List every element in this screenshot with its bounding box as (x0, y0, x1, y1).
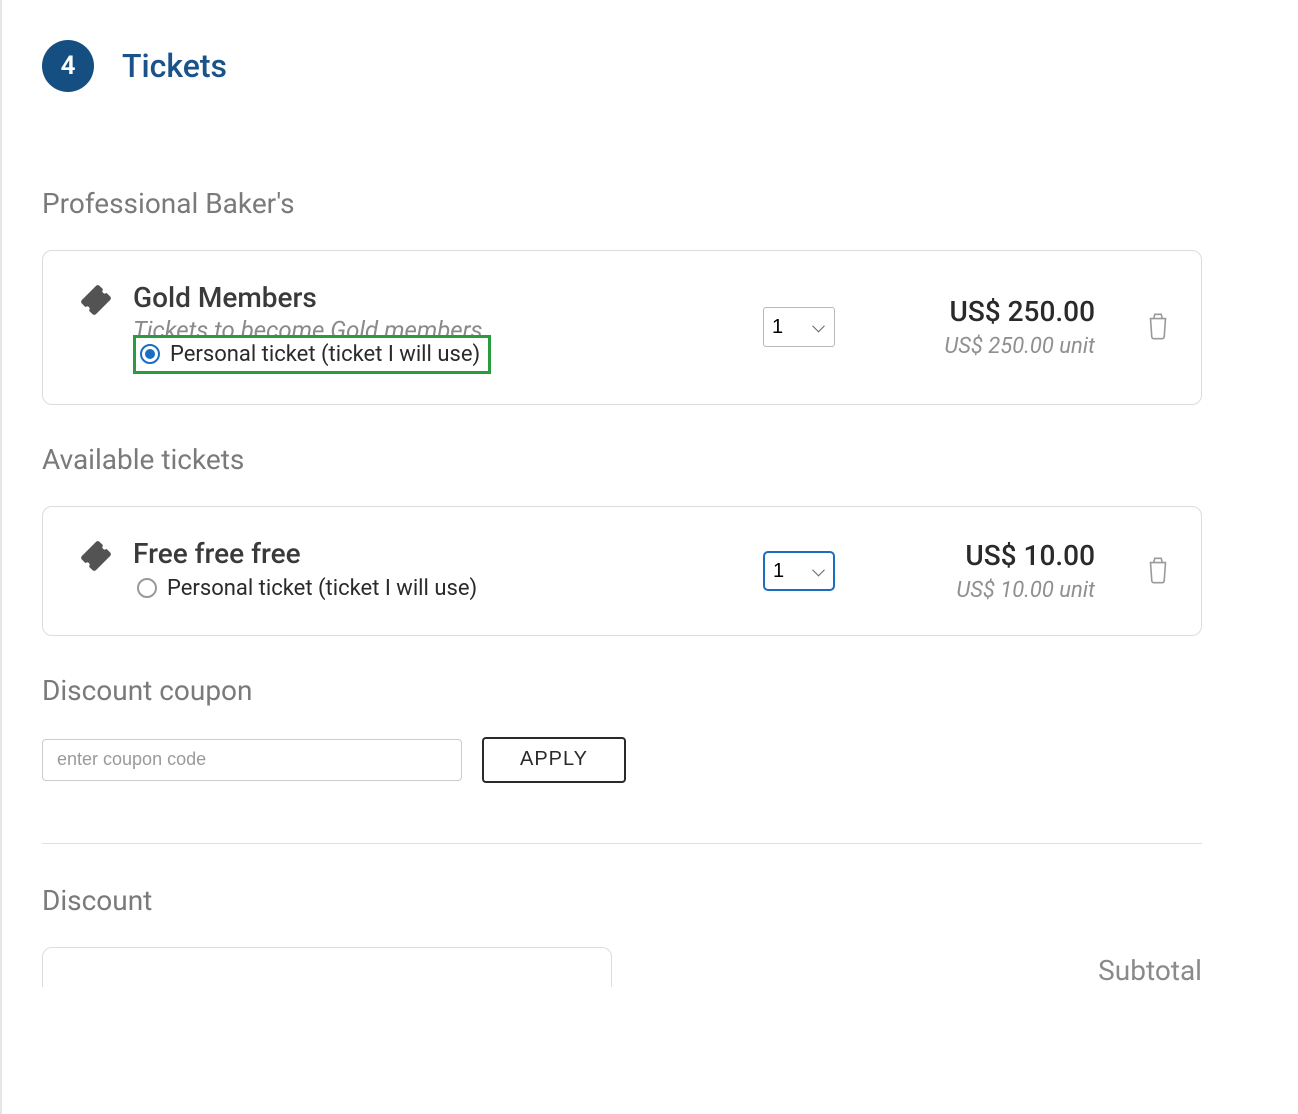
section-professional-bakers: Professional Baker's (42, 187, 1202, 220)
ticket-icon (81, 541, 111, 575)
radio-icon (140, 344, 160, 364)
section-discount: Discount (42, 884, 1058, 917)
quantity-select-wrap: 1 (763, 551, 835, 591)
personal-ticket-label: Personal ticket (ticket I will use) (170, 342, 480, 367)
trash-icon (1145, 569, 1171, 588)
ticket-icon (81, 285, 111, 319)
ticket-card-gold: Gold Members Tickets to become Gold memb… (42, 250, 1202, 405)
quantity-select[interactable]: 1 (763, 307, 835, 347)
personal-ticket-label: Personal ticket (ticket I will use) (167, 576, 477, 601)
quantity-select[interactable]: 1 (763, 551, 835, 591)
step-number-badge: 4 (42, 40, 94, 92)
ticket-name: Free free free (133, 537, 743, 570)
section-available-tickets: Available tickets (42, 443, 1202, 476)
subtotal-label: Subtotal (1098, 954, 1202, 987)
personal-ticket-radio[interactable]: Personal ticket (ticket I will use) (133, 335, 491, 374)
apply-button[interactable]: APPLY (482, 737, 626, 783)
ticket-card-free: Free free free Personal ticket (ticket I… (42, 506, 1202, 636)
coupon-code-input[interactable] (42, 739, 462, 781)
step-title: Tickets (122, 47, 227, 85)
price-block: US$ 250.00 US$ 250.00 unit (915, 295, 1095, 359)
trash-icon (1145, 325, 1171, 344)
price-total: US$ 10.00 (915, 539, 1095, 572)
step-header: 4 Tickets (42, 40, 1202, 92)
personal-ticket-radio[interactable]: Personal ticket (ticket I will use) (133, 572, 485, 605)
quantity-select-wrap: 1 (763, 307, 835, 347)
price-block: US$ 10.00 US$ 10.00 unit (915, 539, 1095, 603)
delete-button[interactable] (1145, 310, 1171, 344)
divider (42, 843, 1202, 844)
price-unit: US$ 10.00 unit (915, 578, 1095, 603)
discount-box (42, 947, 612, 987)
price-unit: US$ 250.00 unit (915, 334, 1095, 359)
price-total: US$ 250.00 (915, 295, 1095, 328)
radio-icon (137, 578, 157, 598)
delete-button[interactable] (1145, 554, 1171, 588)
section-discount-coupon: Discount coupon (42, 674, 1202, 707)
ticket-name: Gold Members (133, 281, 743, 314)
